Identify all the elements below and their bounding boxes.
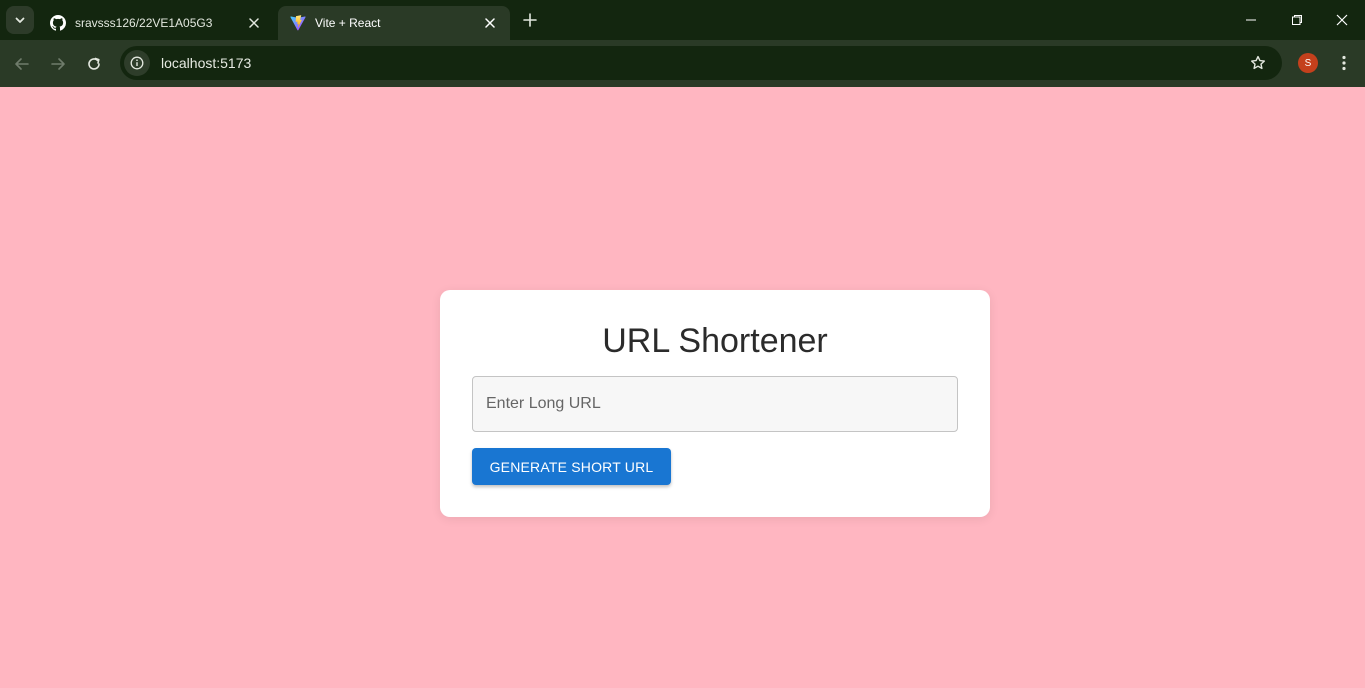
address-bar[interactable]: localhost:5173 (120, 46, 1282, 80)
url-shortener-card: URL Shortener GENERATE SHORT URL (440, 290, 990, 517)
arrow-left-icon (15, 58, 29, 70)
page-title: URL Shortener (602, 322, 828, 360)
tab-strip: sravsss126/22VE1A05G3 Vite + React (0, 0, 1365, 40)
tab-title: Vite + React (315, 16, 381, 30)
vite-icon (290, 15, 306, 31)
close-window-button[interactable] (1319, 0, 1365, 40)
site-info-icon[interactable] (124, 50, 150, 76)
restore-icon (1292, 15, 1302, 25)
minimize-icon (1246, 19, 1256, 21)
reload-button[interactable] (80, 50, 108, 78)
reload-icon (88, 57, 100, 70)
close-tab-icon[interactable] (246, 15, 262, 31)
more-vertical-icon (1342, 55, 1346, 71)
tab-title: sravsss126/22VE1A05G3 (75, 16, 213, 30)
long-url-input[interactable] (472, 376, 958, 432)
github-icon (50, 15, 66, 31)
profile-avatar[interactable]: S (1298, 53, 1318, 73)
tab-search-button[interactable] (6, 6, 34, 34)
close-tab-icon[interactable] (482, 15, 498, 31)
forward-button[interactable] (44, 50, 72, 78)
browser-toolbar: localhost:5173 S (0, 40, 1365, 87)
browser-menu-button[interactable] (1332, 50, 1356, 76)
chevron-down-icon (15, 17, 25, 23)
restore-button[interactable] (1274, 0, 1320, 40)
tab-github[interactable]: sravsss126/22VE1A05G3 (38, 6, 274, 40)
generate-short-url-button[interactable]: GENERATE SHORT URL (472, 448, 671, 485)
bookmark-star-icon[interactable] (1244, 49, 1272, 77)
minimize-button[interactable] (1228, 0, 1274, 40)
close-icon (1336, 14, 1348, 26)
plus-icon (523, 13, 537, 27)
address-url: localhost:5173 (161, 55, 252, 71)
tab-vite-react[interactable]: Vite + React (278, 6, 510, 40)
back-button[interactable] (8, 50, 36, 78)
arrow-right-icon (51, 58, 65, 70)
new-tab-button[interactable] (518, 8, 542, 32)
